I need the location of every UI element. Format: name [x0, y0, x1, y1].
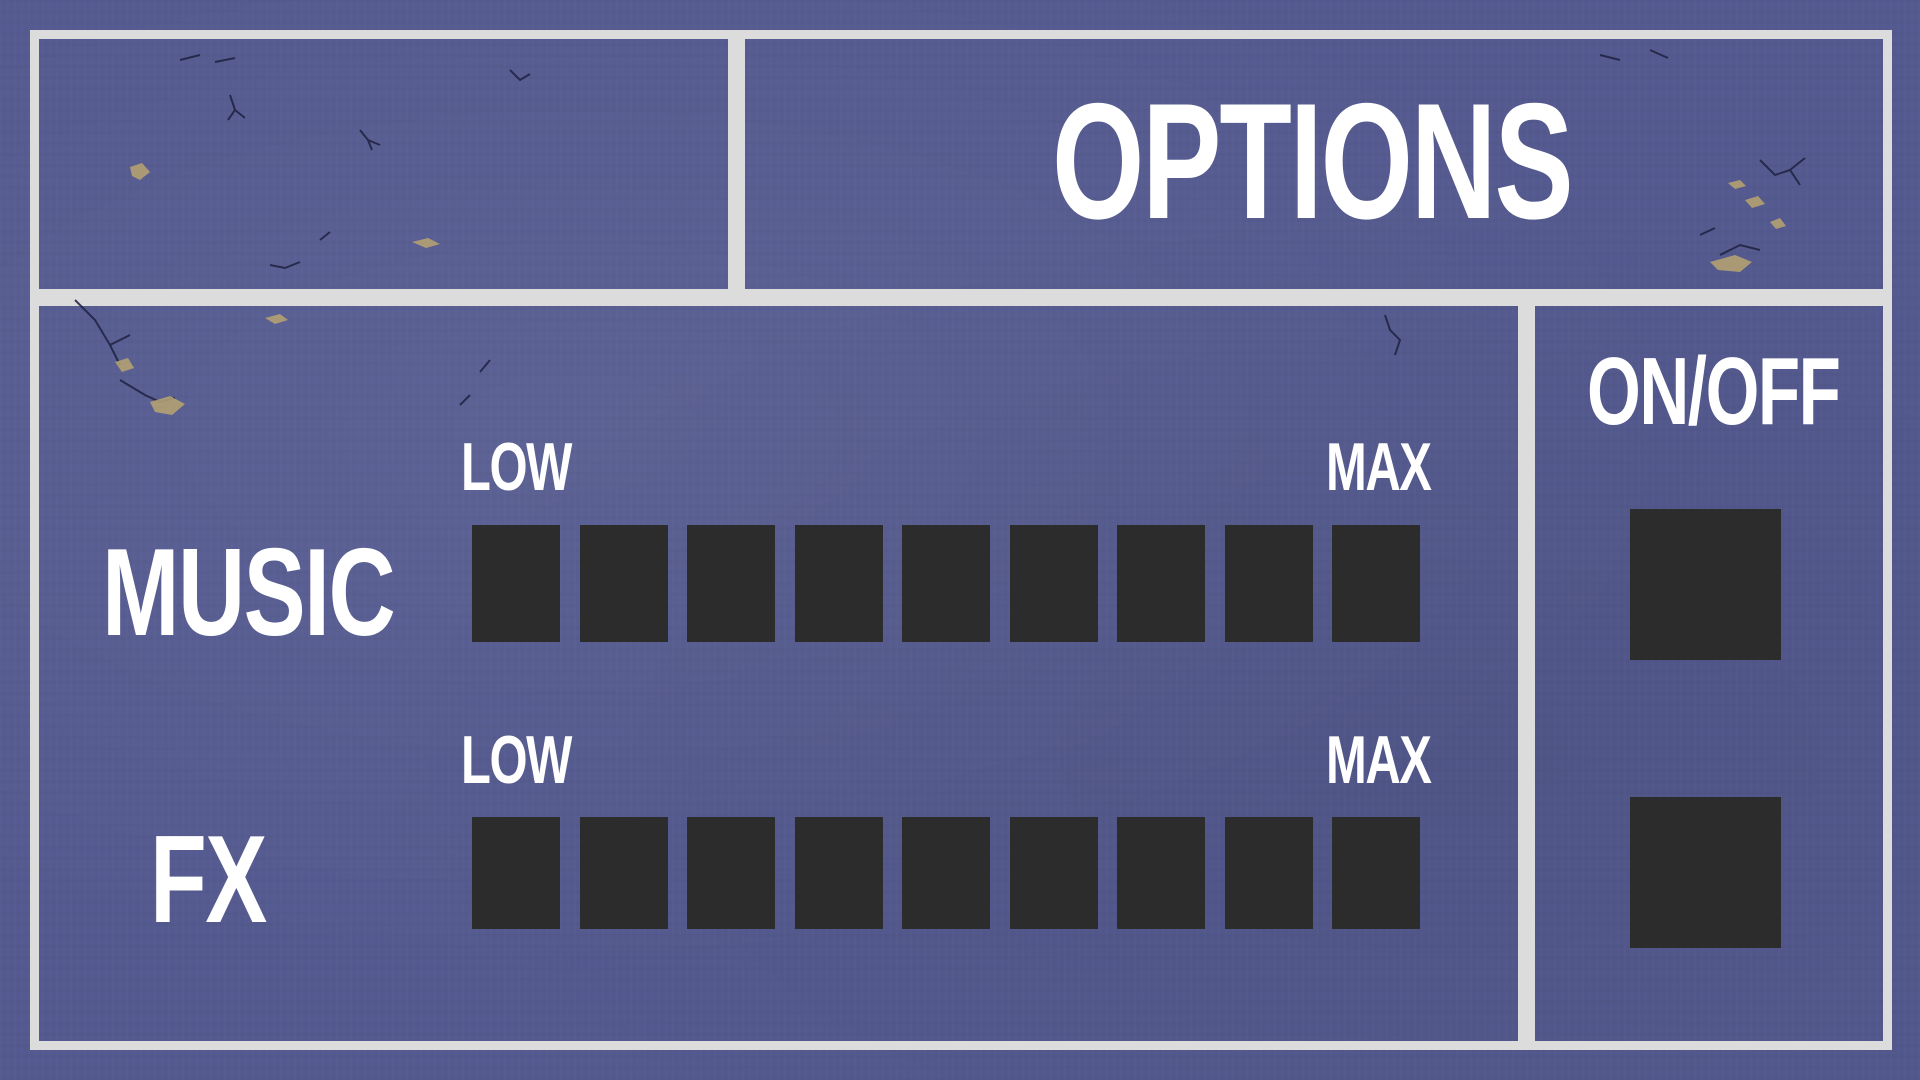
page-title: OPTIONS [1052, 69, 1574, 253]
music-volume-segment[interactable] [795, 525, 883, 642]
top-left-panel [48, 48, 728, 289]
music-volume-segment[interactable] [1332, 525, 1420, 642]
fx-low-label: LOW [461, 722, 572, 798]
fx-volume-segment[interactable] [902, 817, 990, 929]
top-horizontal-divider [30, 289, 1892, 306]
music-volume-segment[interactable] [687, 525, 775, 642]
music-low-label: LOW [461, 429, 572, 505]
fx-toggle[interactable] [1630, 797, 1781, 948]
sliders-panel: MUSIC LOW MAX FX LOW MAX [48, 306, 1518, 1041]
fx-label: FX [150, 811, 267, 949]
music-volume-segment[interactable] [472, 525, 560, 642]
fx-volume-segment[interactable] [1117, 817, 1205, 929]
on-off-heading: ON/OFF [1587, 338, 1841, 445]
music-max-label: MAX [1326, 429, 1432, 505]
on-off-panel: ON/OFF [1535, 306, 1883, 1041]
music-volume-segment[interactable] [1010, 525, 1098, 642]
music-volume-segment[interactable] [902, 525, 990, 642]
fx-volume-segment[interactable] [687, 817, 775, 929]
fx-volume-segment[interactable] [795, 817, 883, 929]
fx-volume-segment[interactable] [1225, 817, 1313, 929]
fx-volume-segment[interactable] [1010, 817, 1098, 929]
music-toggle[interactable] [1630, 509, 1781, 660]
fx-volume-segment[interactable] [1332, 817, 1420, 929]
music-volume-segment[interactable] [1225, 525, 1313, 642]
music-label: MUSIC [102, 524, 396, 662]
right-vertical-divider [1518, 289, 1535, 1050]
fx-max-label: MAX [1326, 722, 1432, 798]
fx-volume-segment[interactable] [472, 817, 560, 929]
music-volume-slider[interactable] [472, 525, 1420, 642]
fx-volume-slider[interactable] [472, 817, 1420, 929]
music-volume-segment[interactable] [1117, 525, 1205, 642]
top-vertical-divider [728, 30, 745, 298]
title-panel: OPTIONS [745, 48, 1883, 289]
fx-volume-segment[interactable] [580, 817, 668, 929]
music-volume-segment[interactable] [580, 525, 668, 642]
